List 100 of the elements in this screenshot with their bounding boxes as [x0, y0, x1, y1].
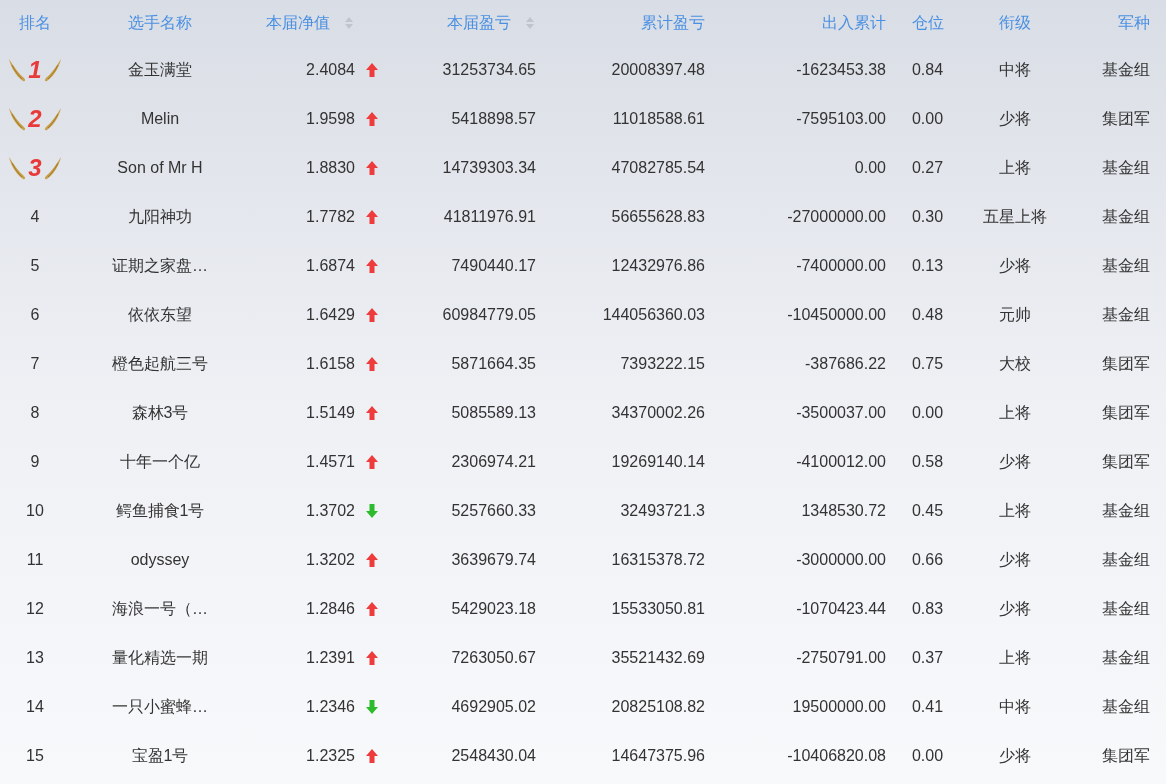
- up-arrow-icon: [365, 61, 379, 78]
- table-cell-text: 7490440.17: [451, 255, 536, 276]
- table-cell-text: 0.37: [911, 647, 944, 668]
- table-cell-text: 上将: [999, 500, 1031, 521]
- table-cell-text: 56655628.83: [611, 206, 705, 227]
- net-value: 1.4571: [306, 451, 355, 472]
- table-cell-text: 3639679.74: [451, 549, 536, 570]
- player-name: 量化精选一期: [112, 647, 208, 668]
- up-arrow-icon: [365, 600, 379, 617]
- table-cell-text: 47082785.54: [611, 157, 705, 178]
- table-cell-text: 2306974.21: [451, 451, 536, 472]
- rank-number: 5: [30, 255, 40, 276]
- rank-number: 6: [30, 304, 40, 325]
- table-cell-text: 5257660.33: [451, 500, 536, 521]
- table-cell-text: 7393222.15: [620, 353, 705, 374]
- net-value: 1.5149: [306, 402, 355, 423]
- table-cell-text: 15533050.81: [611, 598, 705, 619]
- table-cell-text: 0.00: [854, 157, 886, 178]
- table-cell-text: -4100012.00: [796, 451, 886, 472]
- table-cell-text: 41811976.91: [443, 206, 536, 227]
- table-cell-text: 中将: [999, 59, 1031, 80]
- player-name: 鳄鱼捕食1号: [115, 500, 205, 521]
- table-cell-text: 基金组: [1102, 500, 1150, 521]
- table-cell-text: 基金组: [1102, 59, 1150, 80]
- table-cell-text: 少将: [999, 549, 1031, 570]
- player-name: Son of Mr H: [117, 157, 203, 178]
- table-cell-text: 集团军: [1102, 402, 1150, 423]
- net-value: 1.6158: [306, 353, 355, 374]
- table-cell-text: 中将: [999, 696, 1031, 717]
- table-cell-text: 0.58: [911, 451, 944, 472]
- net-value: 1.6874: [306, 255, 355, 276]
- table-cell-text: 5418898.57: [451, 108, 536, 129]
- up-arrow-icon: [365, 159, 379, 176]
- table-cell-text: -7595103.00: [796, 108, 886, 129]
- table-cell-text: 0.00: [911, 402, 944, 423]
- column-header[interactable]: 本届盈亏: [447, 10, 511, 35]
- player-name: 证期之家盘…: [112, 255, 208, 276]
- table-cell-text: 少将: [999, 451, 1031, 472]
- table-cell-text: 0.00: [911, 108, 944, 129]
- player-name: 宝盈1号: [131, 745, 189, 766]
- table-cell-text: 0.75: [911, 353, 944, 374]
- table-cell-text: 集团军: [1102, 451, 1150, 472]
- table-cell-text: 上将: [999, 402, 1031, 423]
- table-cell-text: 19500000.00: [792, 696, 886, 717]
- rank-number: 10: [26, 500, 44, 521]
- table-cell-text: 60984779.05: [442, 304, 536, 325]
- table-cell-text: 基金组: [1102, 696, 1150, 717]
- table-cell-text: 4692905.02: [451, 696, 536, 717]
- table-cell-text: 7263050.67: [451, 647, 536, 668]
- table-cell-text: 0.45: [911, 500, 944, 521]
- up-arrow-icon: [365, 110, 379, 127]
- table-cell-text: 五星上将: [983, 206, 1047, 227]
- column-header: 排名: [19, 12, 51, 33]
- table-cell-text: 31253734.65: [442, 59, 536, 80]
- rank-number: 8: [30, 402, 40, 423]
- up-arrow-icon: [365, 649, 379, 666]
- table-cell-text: 1348530.72: [801, 500, 886, 521]
- table-cell-text: -10406820.08: [787, 745, 886, 766]
- table-cell-text: 0.83: [911, 598, 944, 619]
- player-name: 九阳神功: [128, 206, 192, 227]
- table-cell-text: 基金组: [1102, 549, 1150, 570]
- player-name: odyssey: [130, 549, 190, 570]
- rank-number: 12: [26, 598, 44, 619]
- table-cell-text: -1070423.44: [796, 598, 886, 619]
- table-cell-text: 19269140.14: [611, 451, 705, 472]
- up-arrow-icon: [365, 208, 379, 225]
- rank-number: 14: [26, 696, 44, 717]
- table-cell-text: 35521432.69: [611, 647, 705, 668]
- table-cell-text: 5871664.35: [451, 353, 536, 374]
- net-value: 1.7782: [306, 206, 355, 227]
- table-cell-text: 基金组: [1102, 157, 1150, 178]
- table-cell-text: 基金组: [1102, 255, 1150, 276]
- column-header: 选手名称: [128, 12, 192, 33]
- table-cell-text: 上将: [999, 157, 1031, 178]
- up-arrow-icon: [365, 453, 379, 470]
- player-name: 一只小蜜蜂…: [112, 696, 208, 717]
- table-cell-text: 集团军: [1102, 108, 1150, 129]
- net-value: 1.9598: [306, 108, 355, 129]
- table-cell-text: 20825108.82: [611, 696, 705, 717]
- table-cell-text: 0.13: [911, 255, 944, 276]
- table-cell-text: 少将: [999, 598, 1031, 619]
- table-cell-text: 20008397.48: [611, 59, 705, 80]
- rank-number: 13: [26, 647, 44, 668]
- table-cell-text: 基金组: [1102, 206, 1150, 227]
- sort-icon[interactable]: [525, 15, 535, 30]
- table-cell-text: -27000000.00: [787, 206, 886, 227]
- net-value: 1.3702: [306, 500, 355, 521]
- table-cell-text: 基金组: [1102, 598, 1150, 619]
- net-value: 1.3202: [306, 549, 355, 570]
- rank-number: 15: [26, 745, 44, 766]
- table-cell-text: 144056360.03: [602, 304, 705, 325]
- player-name: 海浪一号（…: [112, 598, 208, 619]
- table-cell-text: 少将: [999, 255, 1031, 276]
- sort-icon[interactable]: [344, 15, 354, 30]
- table-cell-text: 大校: [999, 353, 1031, 374]
- table-cell-text: 0.00: [911, 745, 944, 766]
- table-cell-text: 少将: [999, 108, 1031, 129]
- table-cell-text: -3500037.00: [796, 402, 886, 423]
- column-header[interactable]: 本届净值: [266, 10, 330, 35]
- table-cell-text: 34370002.26: [611, 402, 705, 423]
